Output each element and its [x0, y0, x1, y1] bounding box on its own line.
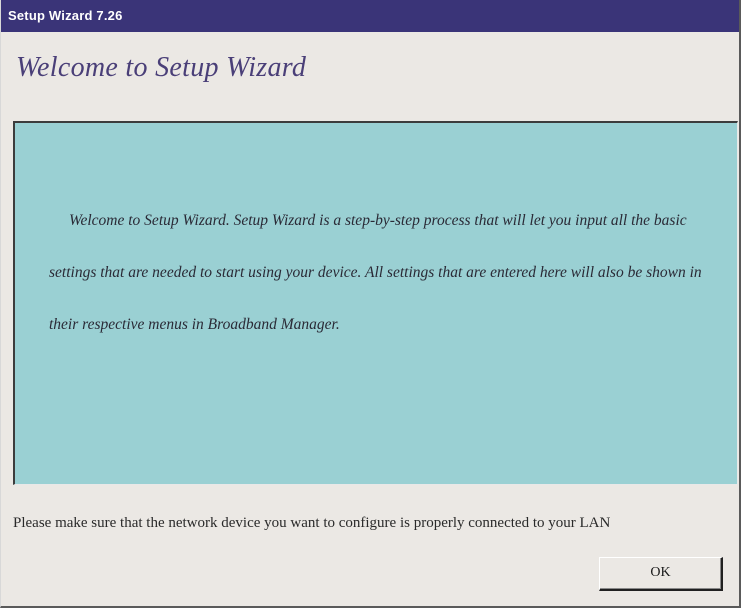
window-title: Setup Wizard 7.26: [8, 8, 123, 23]
window-titlebar[interactable]: Setup Wizard 7.26: [1, 0, 739, 32]
welcome-panel: Welcome to Setup Wizard. Setup Wizard is…: [13, 121, 738, 485]
page-title: Welcome to Setup Wizard: [16, 52, 307, 83]
welcome-description: Welcome to Setup Wizard. Setup Wizard is…: [49, 212, 702, 333]
setup-wizard-window: Setup Wizard 7.26 Welcome to Setup Wizar…: [0, 0, 741, 608]
ok-button[interactable]: OK: [599, 557, 723, 591]
connection-notice: Please make sure that the network device…: [13, 515, 611, 531]
